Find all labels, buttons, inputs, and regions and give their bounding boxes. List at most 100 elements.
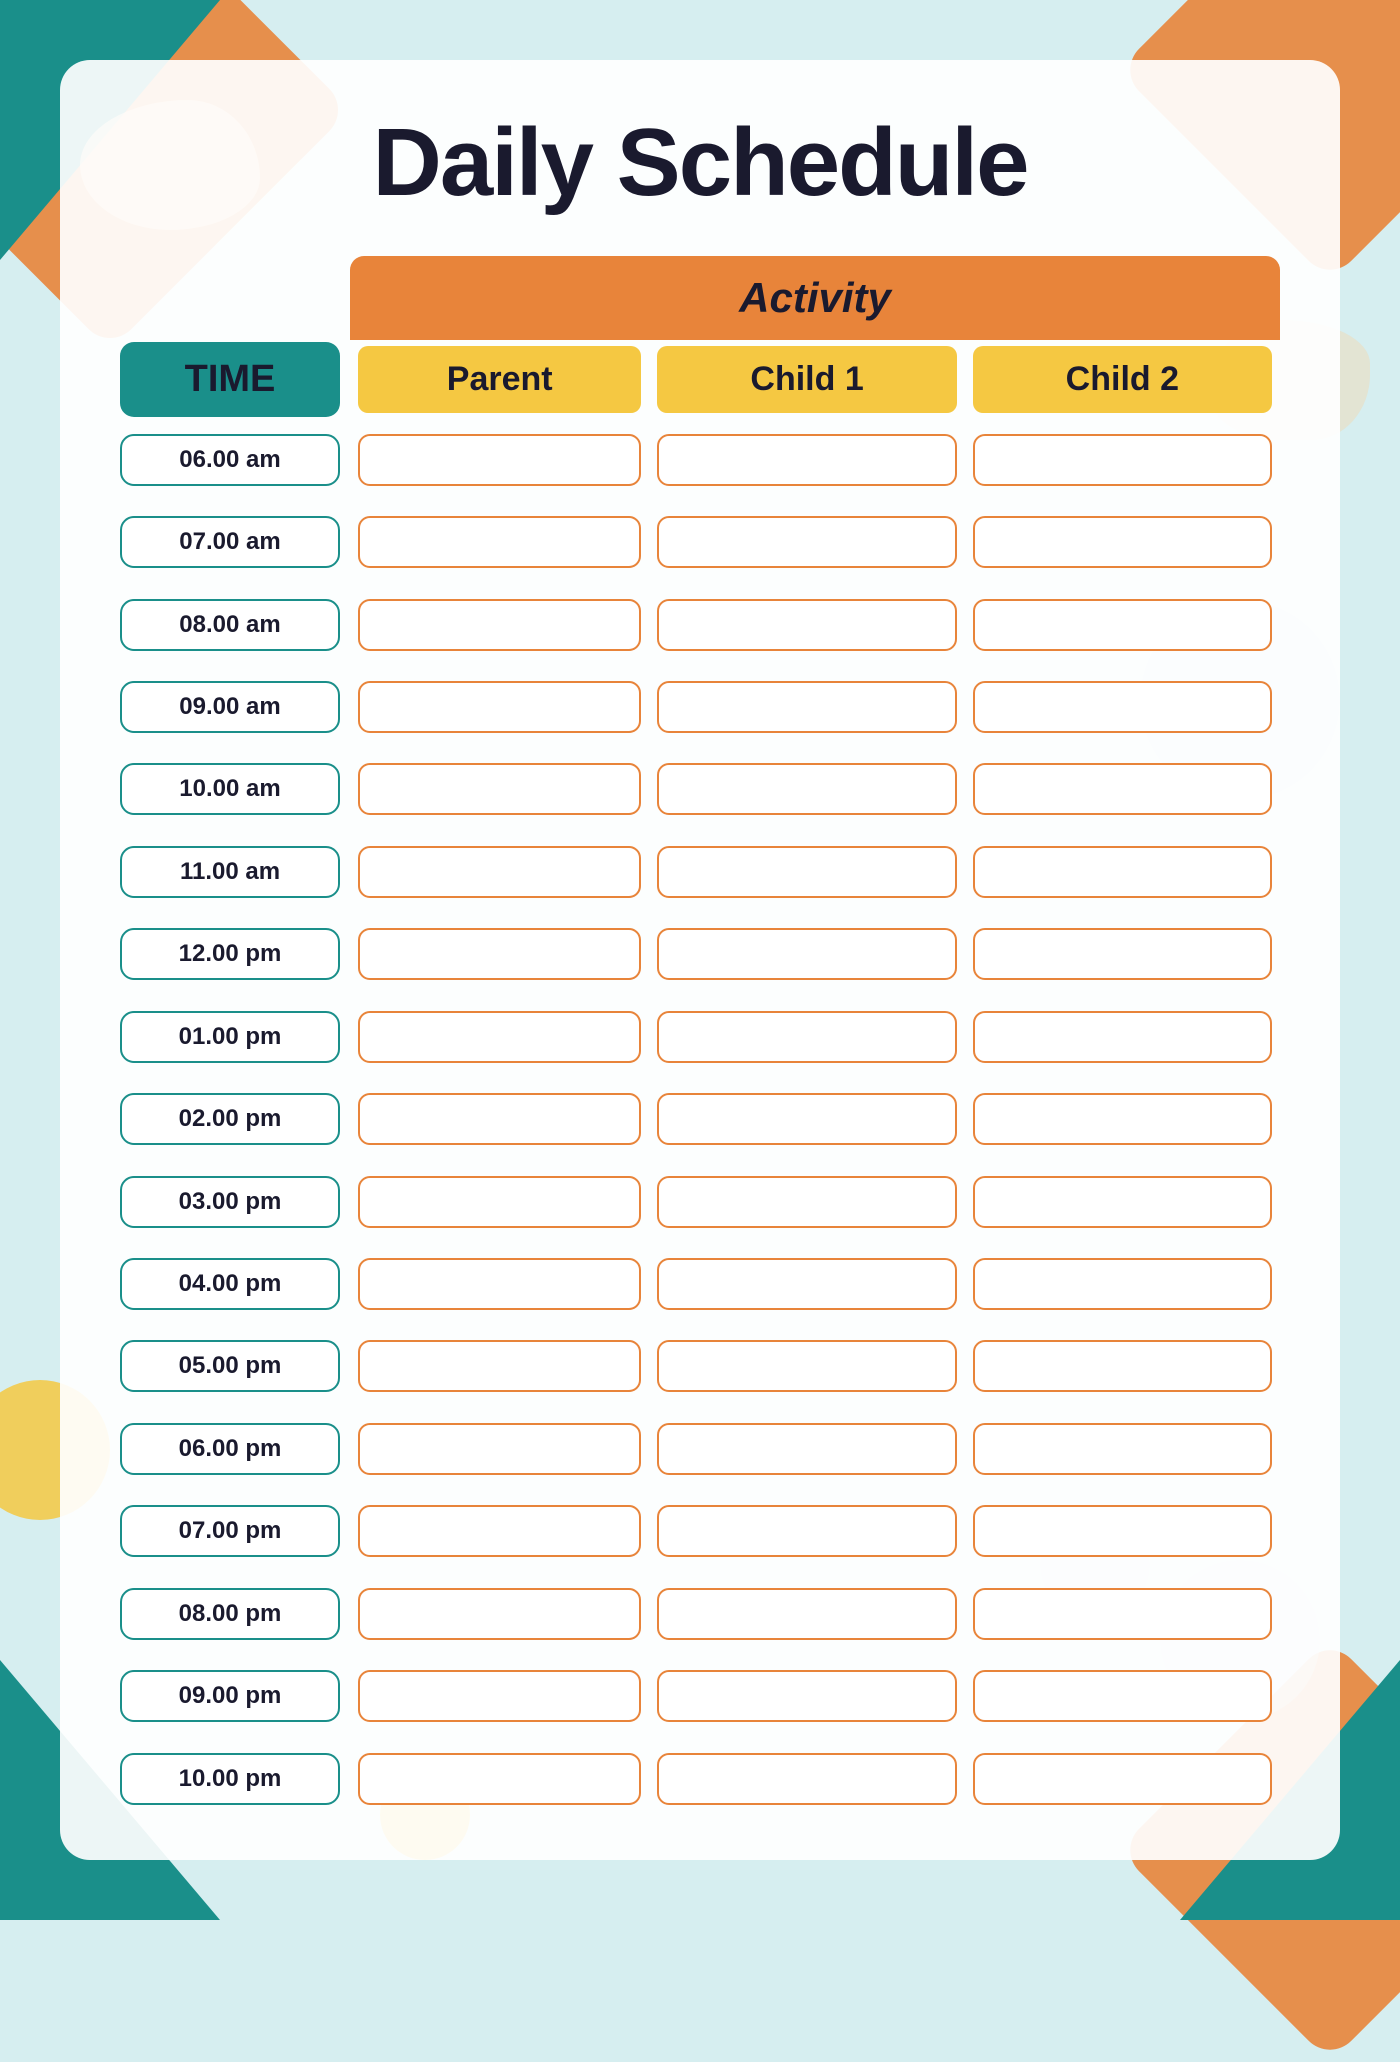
time-badge: 10.00 am (120, 763, 340, 815)
activity-cell-child2 (965, 419, 1280, 501)
activity-cell-parent (350, 1078, 649, 1160)
activity-input-child1[interactable] (657, 1670, 956, 1722)
activity-cell-child1 (649, 1078, 964, 1160)
activity-cell-parent (350, 666, 649, 748)
activity-input-child1[interactable] (657, 599, 956, 651)
activity-input-child1[interactable] (657, 434, 956, 486)
activity-input-child2[interactable] (973, 928, 1272, 980)
activity-input-parent[interactable] (358, 1093, 641, 1145)
activity-cell-child1 (649, 1737, 964, 1820)
activity-input-parent[interactable] (358, 1340, 641, 1392)
activity-input-child1[interactable] (657, 1258, 956, 1310)
activity-input-child1[interactable] (657, 763, 956, 815)
time-badge: 01.00 pm (120, 1011, 340, 1063)
activity-cell-child2 (965, 1573, 1280, 1655)
activity-cell-child1 (649, 1325, 964, 1407)
time-cell: 11.00 am (120, 831, 350, 913)
activity-input-child2[interactable] (973, 681, 1272, 733)
activity-input-parent[interactable] (358, 1011, 641, 1063)
time-subheader: TIME (120, 342, 340, 417)
activity-cell-child1 (649, 1160, 964, 1242)
activity-input-child1[interactable] (657, 516, 956, 568)
activity-input-parent[interactable] (358, 928, 641, 980)
activity-input-parent[interactable] (358, 1588, 641, 1640)
activity-input-child2[interactable] (973, 846, 1272, 898)
activity-input-child1[interactable] (657, 1093, 956, 1145)
activity-input-child1[interactable] (657, 1588, 956, 1640)
activity-cell-child2 (965, 996, 1280, 1078)
time-cell: 04.00 pm (120, 1243, 350, 1325)
activity-input-parent[interactable] (358, 1176, 641, 1228)
schedule-row: 06.00 pm (120, 1408, 1280, 1490)
activity-input-child1[interactable] (657, 1753, 956, 1805)
activity-cell-parent (350, 419, 649, 501)
activity-input-child1[interactable] (657, 1176, 956, 1228)
activity-input-child1[interactable] (657, 681, 956, 733)
activity-input-child2[interactable] (973, 434, 1272, 486)
activity-input-parent[interactable] (358, 681, 641, 733)
activity-cell-parent (350, 748, 649, 830)
activity-input-parent[interactable] (358, 516, 641, 568)
schedule-row: 12.00 pm (120, 913, 1280, 995)
activity-input-child1[interactable] (657, 1505, 956, 1557)
schedule-row: 07.00 am (120, 501, 1280, 583)
schedule-row: 09.00 pm (120, 1655, 1280, 1737)
activity-cell-parent (350, 1737, 649, 1820)
activity-cell-child2 (965, 1243, 1280, 1325)
activity-input-parent[interactable] (358, 763, 641, 815)
activity-input-parent[interactable] (358, 599, 641, 651)
activity-cell-child1 (649, 996, 964, 1078)
activity-input-child2[interactable] (973, 763, 1272, 815)
activity-input-child1[interactable] (657, 928, 956, 980)
activity-input-child1[interactable] (657, 1423, 956, 1475)
time-cell: 06.00 am (120, 419, 350, 501)
activity-input-child2[interactable] (973, 516, 1272, 568)
activity-cell-child1 (649, 419, 964, 501)
schedule-row: 10.00 am (120, 748, 1280, 830)
time-cell: 12.00 pm (120, 913, 350, 995)
time-cell: 10.00 am (120, 748, 350, 830)
activity-cell-child1 (649, 583, 964, 665)
activity-cell-child2 (965, 831, 1280, 913)
schedule-row: 05.00 pm (120, 1325, 1280, 1407)
activity-input-parent[interactable] (358, 1670, 641, 1722)
activity-input-parent[interactable] (358, 846, 641, 898)
activity-input-child2[interactable] (973, 1670, 1272, 1722)
activity-input-child2[interactable] (973, 1011, 1272, 1063)
activity-input-child2[interactable] (973, 1505, 1272, 1557)
activity-input-child2[interactable] (973, 1093, 1272, 1145)
activity-cell-child1 (649, 666, 964, 748)
activity-cell-child2 (965, 583, 1280, 665)
time-cell: 10.00 pm (120, 1737, 350, 1820)
activity-input-child2[interactable] (973, 1176, 1272, 1228)
schedule-row: 10.00 pm (120, 1737, 1280, 1820)
activity-input-parent[interactable] (358, 434, 641, 486)
activity-cell-child2 (965, 748, 1280, 830)
parent-column-header: Parent (358, 346, 641, 413)
activity-input-child2[interactable] (973, 1340, 1272, 1392)
activity-cell-child1 (649, 748, 964, 830)
child1-subheader-cell: Child 1 (649, 340, 964, 419)
activity-input-child2[interactable] (973, 1588, 1272, 1640)
activity-input-child1[interactable] (657, 846, 956, 898)
time-cell: 01.00 pm (120, 996, 350, 1078)
activity-cell-child2 (965, 1408, 1280, 1490)
activity-input-parent[interactable] (358, 1753, 641, 1805)
activity-input-child2[interactable] (973, 1423, 1272, 1475)
child2-subheader-cell: Child 2 (965, 340, 1280, 419)
activity-input-child2[interactable] (973, 1753, 1272, 1805)
activity-header: Activity (350, 256, 1280, 340)
activity-input-child2[interactable] (973, 1258, 1272, 1310)
activity-cell-child1 (649, 913, 964, 995)
time-cell: 06.00 pm (120, 1408, 350, 1490)
activity-input-child1[interactable] (657, 1340, 956, 1392)
activity-input-child2[interactable] (973, 599, 1272, 651)
schedule-row: 08.00 am (120, 583, 1280, 665)
time-badge: 06.00 am (120, 434, 340, 486)
activity-cell-child2 (965, 501, 1280, 583)
activity-input-parent[interactable] (358, 1505, 641, 1557)
activity-cell-parent (350, 1655, 649, 1737)
activity-input-child1[interactable] (657, 1011, 956, 1063)
activity-input-parent[interactable] (358, 1258, 641, 1310)
activity-input-parent[interactable] (358, 1423, 641, 1475)
